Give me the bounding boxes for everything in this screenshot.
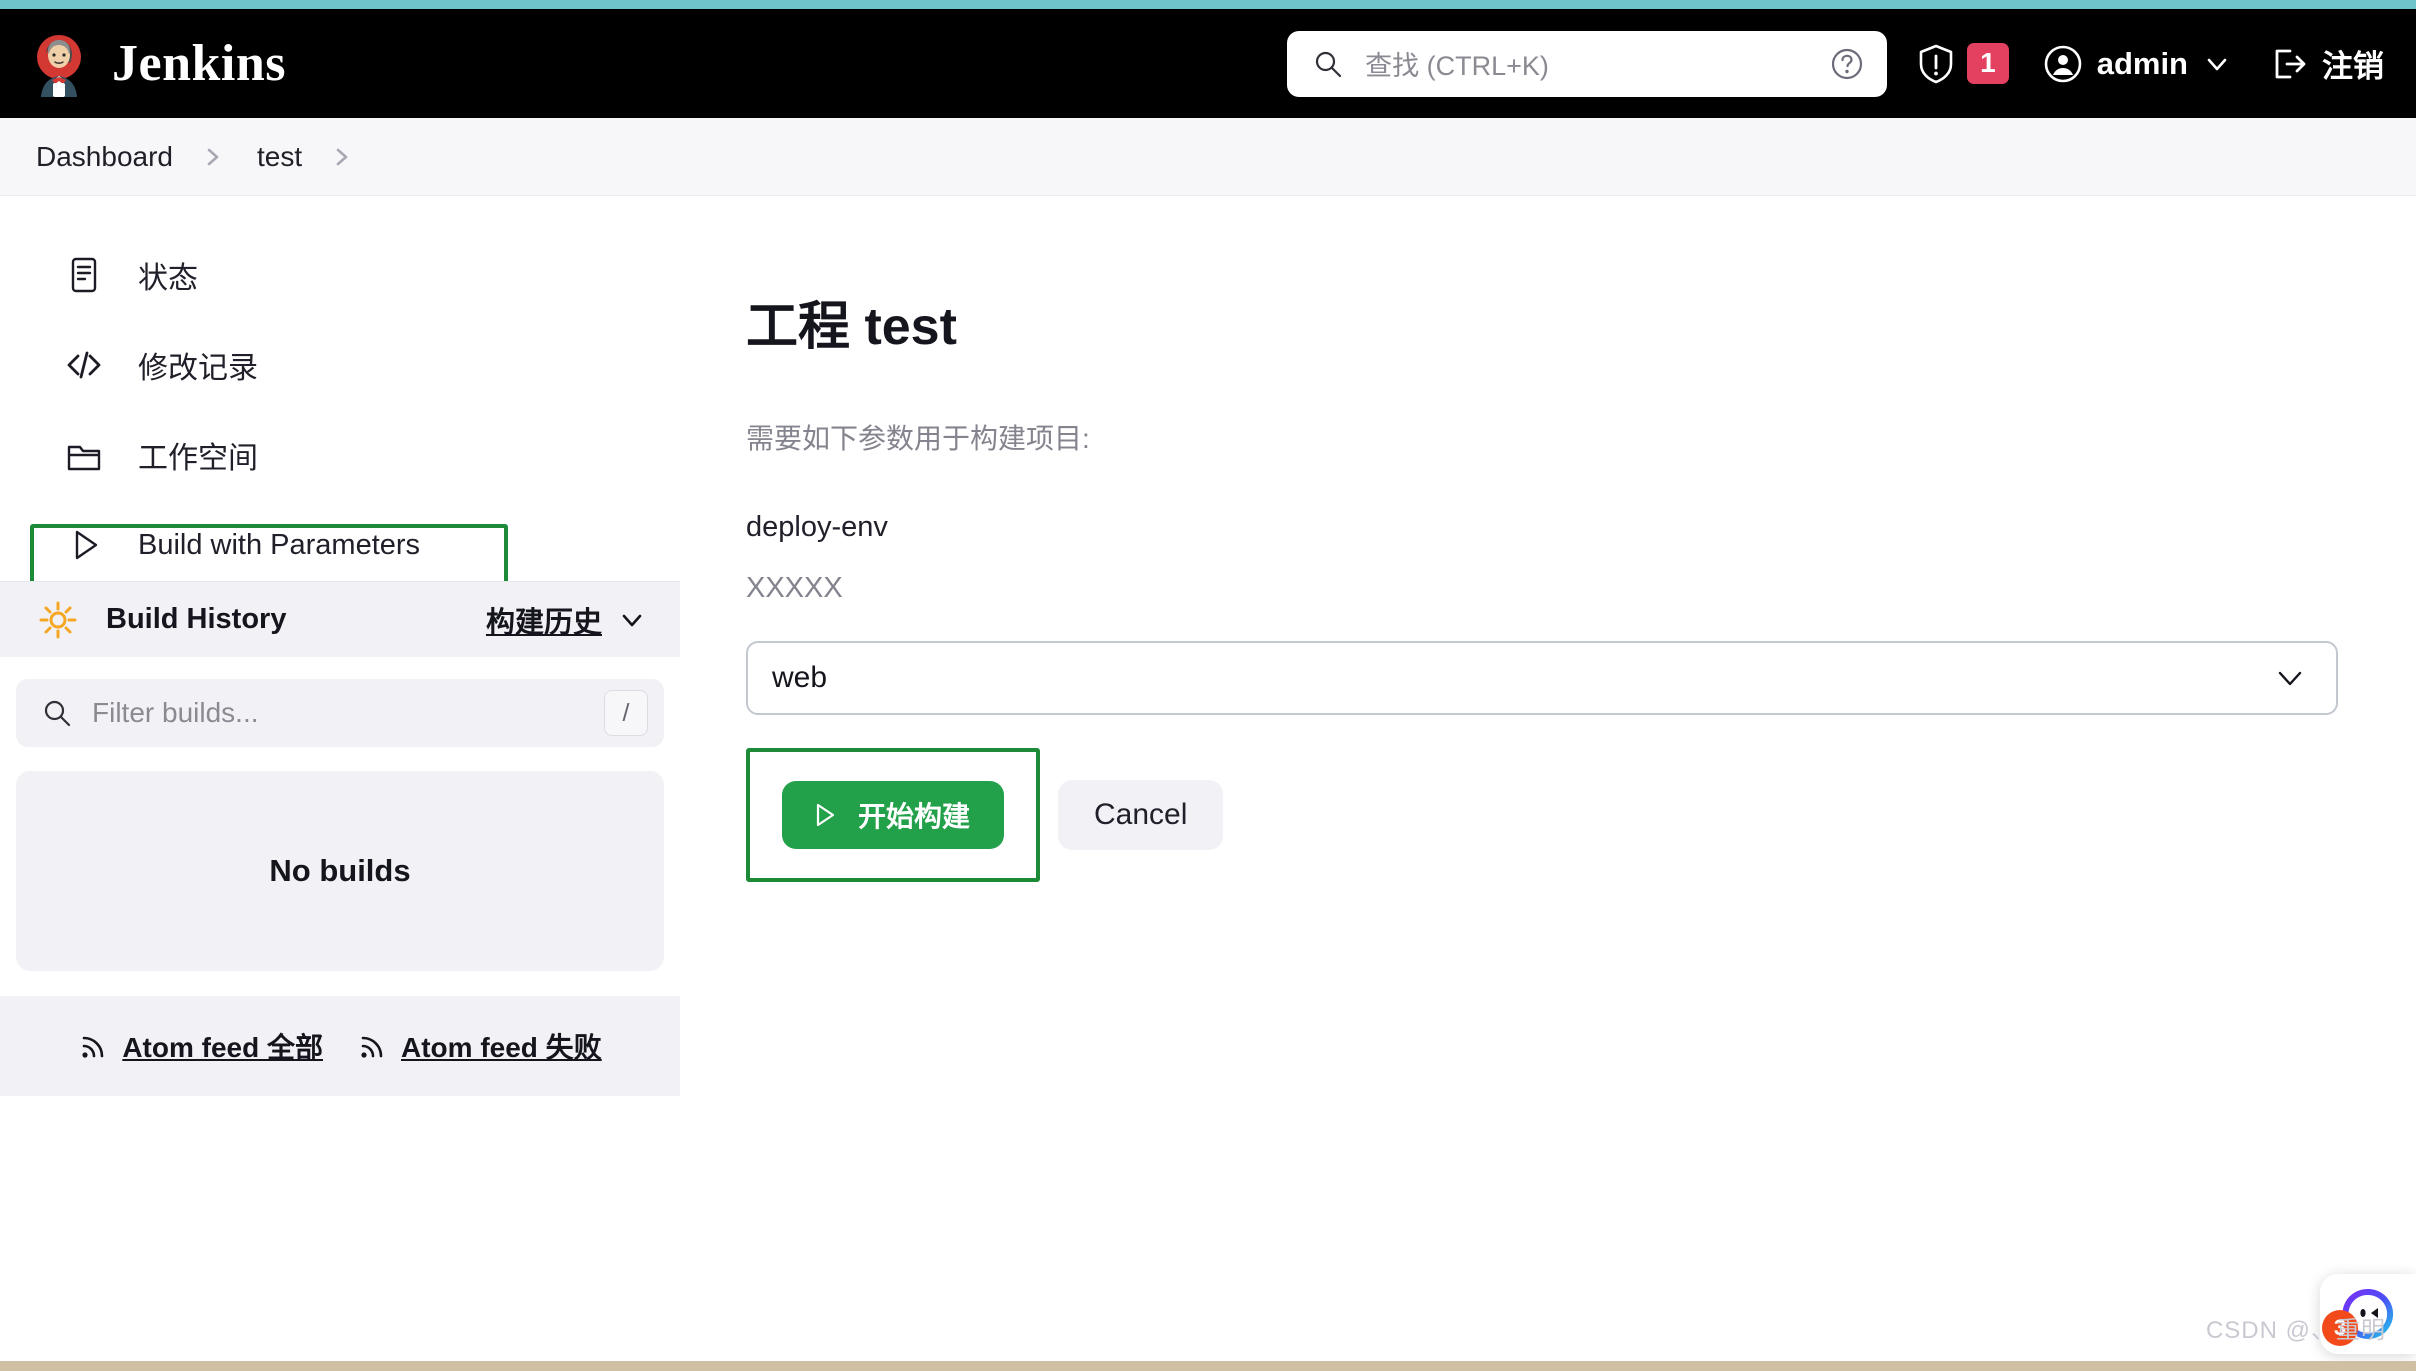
footer-accent-strip xyxy=(0,1361,2416,1371)
filter-builds-input[interactable]: Filter builds... / xyxy=(16,679,664,747)
chevron-down-icon xyxy=(2204,51,2230,77)
sidebar-item-label: 状态 xyxy=(138,262,198,295)
user-name-label: admin xyxy=(2096,45,2188,81)
question-circle-icon[interactable] xyxy=(1829,46,1865,82)
brand-title: Jenkins xyxy=(112,35,287,92)
folder-icon xyxy=(62,433,106,477)
shield-exclamation-icon xyxy=(1917,43,1955,85)
main-content: 工程 test 需要如下参数用于构建项目: deploy-env XXXXX w… xyxy=(680,196,2416,1371)
sidebar-item-status[interactable]: 状态 xyxy=(0,230,680,320)
rss-icon xyxy=(357,1031,387,1061)
search-icon xyxy=(1313,49,1343,79)
play-triangle-icon xyxy=(62,523,106,567)
play-triangle-icon xyxy=(808,799,840,831)
code-brackets-icon xyxy=(62,343,106,387)
chevron-down-icon xyxy=(2274,662,2306,694)
deploy-env-select[interactable]: web xyxy=(746,641,2338,715)
sidebar-item-label: 修改记录 xyxy=(138,352,258,385)
atom-feed-label: Atom feed 全部 xyxy=(122,1032,323,1063)
breadcrumb-item-dashboard[interactable]: Dashboard xyxy=(36,141,173,173)
sidebar-item-workspace[interactable]: 工作空间 xyxy=(0,410,680,500)
breadcrumb: Dashboard test xyxy=(0,118,2416,196)
sidebar-item-build-with-parameters[interactable]: Build with Parameters xyxy=(0,500,680,590)
jenkins-page: Jenkins 查找 (CTRL+K) 1 admin 注销 Dashboard… xyxy=(0,0,2416,1371)
global-search[interactable]: 查找 (CTRL+K) xyxy=(1287,30,1888,97)
sidebar-item-label: Build with Parameters xyxy=(138,528,421,561)
jenkins-butler-logo xyxy=(28,31,90,97)
form-actions: 开始构建 Cancel xyxy=(746,748,2416,882)
deploy-env-selected-value: web xyxy=(772,661,828,694)
search-icon xyxy=(42,698,72,728)
brand-link[interactable]: Jenkins xyxy=(28,31,286,97)
start-build-highlight: 开始构建 xyxy=(746,748,1041,882)
logout-label: 注销 xyxy=(2322,49,2384,84)
atom-feed-failed-link[interactable]: Atom feed 失败 xyxy=(357,1026,602,1066)
document-icon xyxy=(62,253,106,297)
search-input[interactable]: 查找 (CTRL+K) xyxy=(1365,44,1829,83)
build-filter-row: Filter builds... / xyxy=(0,657,680,747)
build-history-header: Build History 构建历史 xyxy=(0,581,680,657)
build-history-link[interactable]: 构建历史 xyxy=(486,599,602,641)
top-accent-strip xyxy=(0,0,2416,9)
logout-button[interactable]: 注销 xyxy=(2270,41,2384,86)
user-menu[interactable]: admin xyxy=(2043,44,2230,84)
page-title: 工程 test xyxy=(746,298,957,356)
logout-icon xyxy=(2270,45,2308,83)
chevron-down-icon[interactable] xyxy=(618,606,646,634)
parameter-select-wrapper: web xyxy=(746,641,2338,715)
start-build-button[interactable]: 开始构建 xyxy=(782,781,1005,849)
header-right-cluster: 查找 (CTRL+K) 1 admin 注销 xyxy=(1287,9,2416,118)
atom-feeds: Atom feed 全部 Atom feed 失败 xyxy=(0,996,680,1096)
app-header: Jenkins 查找 (CTRL+K) 1 admin 注销 xyxy=(0,9,2416,118)
atom-feed-all-link[interactable]: Atom feed 全部 xyxy=(78,1026,323,1066)
sidebar-item-changes[interactable]: 修改记录 xyxy=(0,320,680,410)
rss-icon xyxy=(78,1031,108,1061)
filter-placeholder: Filter builds... xyxy=(92,697,259,728)
parameter-description: XXXXX xyxy=(746,572,843,604)
sun-icon xyxy=(36,598,80,642)
start-build-label: 开始构建 xyxy=(858,801,971,832)
parameters-intro: 需要如下参数用于构建项目: xyxy=(746,423,1090,454)
filter-shortcut-badge: / xyxy=(604,690,648,736)
user-circle-icon xyxy=(2043,44,2083,84)
sidebar-nav: 状态 修改记录 工作空间 Build with Parameters xyxy=(0,196,680,860)
cancel-button[interactable]: Cancel xyxy=(1058,780,1224,850)
csdn-watermark: CSDN @、重明 xyxy=(2205,1317,2386,1344)
warning-count-badge: 1 xyxy=(1967,43,2009,84)
build-history-title: Build History xyxy=(106,603,287,635)
chevron-right-icon xyxy=(203,144,223,170)
parameter-name-label: deploy-env xyxy=(746,511,888,543)
sidebar-item-label: 工作空间 xyxy=(138,442,258,475)
security-warning[interactable]: 1 xyxy=(1917,43,2009,85)
chevron-right-icon xyxy=(332,144,352,170)
body: 状态 修改记录 工作空间 Build with Parameters Build… xyxy=(0,196,2416,1371)
breadcrumb-item-test[interactable]: test xyxy=(257,141,302,173)
no-builds-message: No builds xyxy=(16,771,664,971)
sidebar: 状态 修改记录 工作空间 Build with Parameters Build… xyxy=(0,196,680,1371)
atom-feed-label: Atom feed 失败 xyxy=(401,1032,602,1063)
